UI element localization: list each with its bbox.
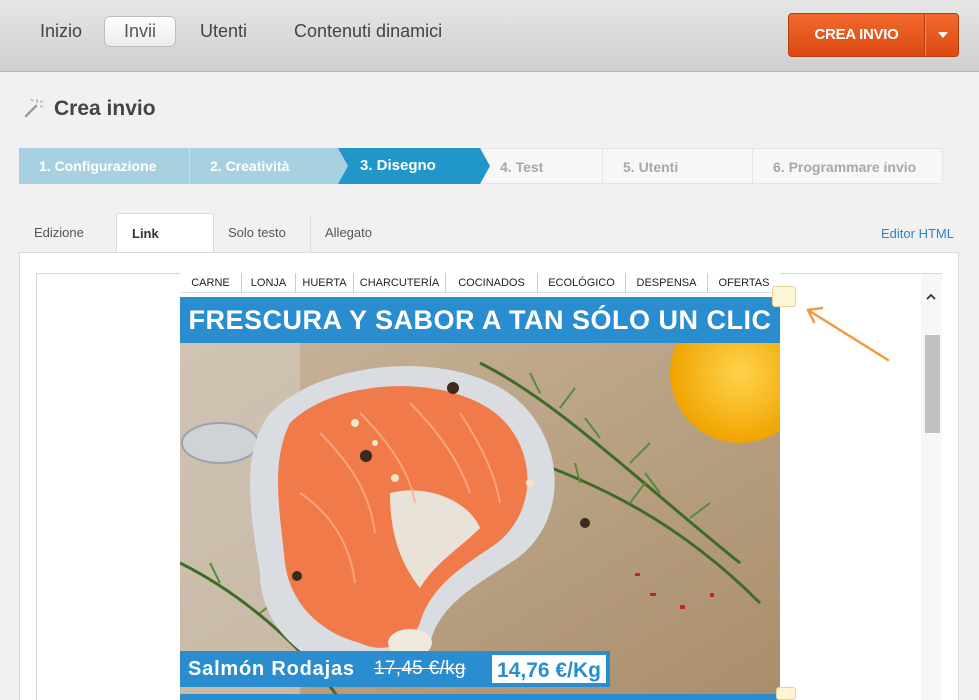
product-name[interactable]: Salmón Rodajas [188,651,355,687]
step-configurazione[interactable]: 1. Configurazione [19,148,189,184]
menu-link-cocinados[interactable]: COCINADOS [446,273,538,293]
step-utenti[interactable]: 5. Utenti [602,148,752,184]
page-title: Crea invio [54,97,156,120]
nav-item-inizio[interactable]: Inizio [40,16,82,47]
link-marker[interactable] [776,687,796,700]
menu-link-carne[interactable]: CARNE [180,273,242,293]
nav-item-contenuti-dinamici[interactable]: Contenuti dinamici [294,16,442,47]
editor-html-link[interactable]: Editor HTML [881,226,954,241]
wizard-steps: 1. Configurazione 2. Creatività 3. Diseg… [19,148,943,184]
menu-link-charcuteria[interactable]: CHARCUTERÍA [354,273,446,293]
step-creativita[interactable]: 2. Creatività [189,148,338,184]
menu-link-huerta[interactable]: HUERTA [296,273,354,293]
tab-allegato[interactable]: Allegato [325,213,372,253]
tab-divider [310,217,311,253]
newsletter-banner[interactable]: FRESCURA Y SABOR A TAN SÓLO UN CLIC [180,297,780,343]
nav-item-utenti[interactable]: Utenti [200,16,247,47]
menu-link-ecologico[interactable]: ECOLÓGICO [538,273,626,293]
chevron-down-icon[interactable] [938,32,948,38]
link-marker[interactable] [772,286,796,307]
scroll-up-icon[interactable] [926,292,936,302]
old-price: 17,45 €/kg [374,658,466,679]
step-disegno[interactable]: 3. Disegno [338,148,480,184]
button-divider [924,14,925,56]
step-test[interactable]: 4. Test [480,148,602,184]
tab-edizione[interactable]: Edizione [34,213,84,253]
menu-link-despensa[interactable]: DESPENSA [626,273,708,293]
salmon-hero-image[interactable] [180,343,780,700]
tab-solo-testo[interactable]: Solo testo [228,213,286,253]
step-programmare-invio[interactable]: 6. Programmare invio [752,148,943,184]
magic-wand-icon [24,98,44,118]
new-price[interactable]: 14,76 €/Kg [490,653,608,685]
top-nav-bar: Inizio Invii Utenti Contenuti dinamici C… [0,0,979,72]
scrollbar-thumb[interactable] [925,335,940,433]
editor-tabs: Edizione Link Solo testo Allegato [19,213,959,253]
newsletter-bottom-bar [180,694,780,700]
nav-item-invii[interactable]: Invii [104,16,177,47]
annotation-arrow-icon [806,306,890,362]
step-arrow [338,148,348,184]
menu-link-lonja[interactable]: LONJA [242,273,296,293]
crea-invio-button[interactable]: CREA INVIO [788,13,959,57]
newsletter-menu: CARNE LONJA HUERTA CHARCUTERÍA COCINADOS… [180,273,780,293]
menu-link-ofertas[interactable]: OFERTAS [708,273,780,293]
crea-invio-label[interactable]: CREA INVIO [789,14,924,56]
tab-link[interactable]: Link [116,213,214,253]
step-arrow [480,148,490,184]
